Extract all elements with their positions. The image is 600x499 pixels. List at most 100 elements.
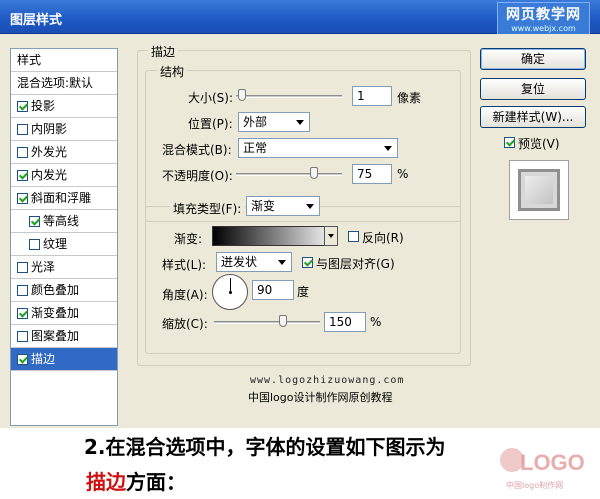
- size-slider-track[interactable]: [236, 95, 342, 98]
- sidebar-item-checkbox[interactable]: [17, 123, 28, 135]
- site-watermark: 网页教学网 www.webjx.com: [497, 2, 590, 36]
- sidebar-item-checkbox[interactable]: [17, 330, 28, 342]
- sidebar-item[interactable]: 纹理: [11, 233, 117, 256]
- sidebar-item-label: 等高线: [43, 214, 80, 228]
- sidebar-item-checkbox[interactable]: [17, 307, 28, 319]
- angle-input[interactable]: 90: [252, 280, 294, 300]
- sidebar-item[interactable]: 内阴影: [11, 118, 117, 141]
- sidebar-item-label: 图案叠加: [31, 329, 80, 343]
- reset-button[interactable]: 复位: [480, 78, 586, 100]
- sidebar-item-checkbox[interactable]: [17, 169, 28, 181]
- layer-style-dialog: 样式混合选项:默认投影内阴影外发光内发光斜面和浮雕等高线纹理光泽 颜色叠加渐变叠加…: [0, 34, 600, 428]
- size-label: 大小(S):: [188, 91, 234, 105]
- sidebar-item[interactable]: 描边: [11, 348, 117, 371]
- site-url-overlay: www.logozhizuowang.com: [250, 375, 405, 386]
- logo-watermark: LOGO 中国logo制作网: [500, 448, 585, 490]
- style-label: 样式(L):: [162, 258, 207, 272]
- blend-mode-select[interactable]: 正常: [238, 138, 398, 158]
- sidebar-item[interactable]: 投影: [11, 95, 117, 118]
- scale-input[interactable]: 150: [324, 312, 366, 332]
- sidebar-item[interactable]: 颜色叠加: [11, 279, 117, 302]
- caption-highlight: 描边: [86, 470, 126, 494]
- sidebar-item-checkbox[interactable]: [29, 238, 40, 250]
- new-style-button[interactable]: 新建样式(W)...: [480, 106, 586, 128]
- preview-label: 预览(V): [518, 137, 560, 151]
- sidebar-item-checkbox[interactable]: [17, 146, 28, 158]
- fill-type-select[interactable]: 渐变: [246, 196, 320, 216]
- watermark-site-url: www.webjx.com: [511, 24, 576, 33]
- logo-subtext: 中国logo制作网: [506, 480, 563, 490]
- sidebar-item[interactable]: 图案叠加: [11, 325, 117, 348]
- sidebar-item[interactable]: 斜面和浮雕: [11, 187, 117, 210]
- reverse-label: 反向(R): [362, 231, 404, 245]
- angle-unit: 度: [297, 285, 310, 299]
- sidebar-item-label: 纹理: [43, 237, 68, 251]
- watermark-site-name: 网页教学网: [506, 7, 581, 23]
- sidebar-item-label: 内发光: [31, 168, 68, 182]
- preview-checkbox[interactable]: [504, 137, 515, 148]
- caption-line-2-rest: 方面：: [126, 470, 186, 494]
- angle-center: [229, 291, 232, 294]
- sidebar-item-label: 描边: [31, 352, 56, 366]
- sidebar-item-label: 内阴影: [31, 122, 68, 136]
- sidebar-item[interactable]: 等高线: [11, 210, 117, 233]
- sidebar-item-checkbox[interactable]: [17, 100, 28, 112]
- chevron-down-icon: [278, 260, 286, 265]
- sidebar-item-label: 投影: [31, 99, 56, 113]
- sidebar-item-checkbox[interactable]: [29, 215, 40, 227]
- align-with-layer-checkbox[interactable]: [302, 257, 313, 268]
- sidebar-item[interactable]: 渐变叠加: [11, 302, 117, 325]
- align-with-layer-label: 与图层对齐(G): [316, 257, 395, 271]
- opacity-slider-thumb[interactable]: [309, 167, 318, 179]
- sidebar-item-checkbox[interactable]: [17, 192, 28, 204]
- position-select[interactable]: 外部: [238, 112, 310, 132]
- title-bar: 图层样式 网页教学网 www.webjx.com: [0, 0, 600, 36]
- fill-type-label: 填充类型(F):: [170, 200, 245, 217]
- style-select[interactable]: 迸发状: [216, 252, 292, 272]
- scale-slider-track[interactable]: [214, 321, 320, 324]
- preview-swatch: [518, 169, 560, 211]
- sidebar-item-checkbox[interactable]: [17, 284, 28, 296]
- blend-mode-label: 混合模式(B):: [162, 143, 232, 157]
- opacity-input[interactable]: 75: [352, 164, 392, 184]
- sidebar-item[interactable]: 外发光: [11, 141, 117, 164]
- reverse-checkbox[interactable]: [348, 231, 359, 242]
- opacity-label: 不透明度(O):: [162, 169, 233, 183]
- stroke-group-title: 描边: [148, 43, 179, 60]
- caption-line-2: 描边方面：: [86, 466, 186, 495]
- scale-label: 缩放(C):: [162, 317, 208, 331]
- angle-dial[interactable]: [212, 274, 248, 310]
- site-caption-overlay: 中国logo设计制作网原创教程: [248, 391, 393, 404]
- style-list: 样式混合选项:默认投影内阴影外发光内发光斜面和浮雕等高线纹理光泽 颜色叠加渐变叠加…: [10, 48, 118, 426]
- chevron-down-icon: [306, 204, 314, 209]
- size-input[interactable]: 1: [352, 86, 392, 106]
- scale-slider-thumb[interactable]: [278, 315, 287, 327]
- fill-type-value: 渐变: [251, 199, 276, 213]
- sidebar-item-label: 外发光: [31, 145, 68, 159]
- position-label: 位置(P):: [188, 117, 233, 131]
- size-slider-thumb[interactable]: [237, 89, 246, 101]
- sidebar-item[interactable]: 样式: [11, 49, 117, 72]
- style-value: 迸发状: [221, 255, 258, 269]
- ok-button[interactable]: 确定: [480, 48, 586, 70]
- caption-line-1: 2.在混合选项中，字体的设置如下图示为: [84, 435, 446, 459]
- gradient-picker[interactable]: [212, 226, 338, 246]
- gradient-dropdown-button[interactable]: [324, 226, 338, 246]
- tutorial-caption: 2.在混合选项中，字体的设置如下图示为 描边方面： LOGO 中国logo制作网: [0, 428, 600, 499]
- scale-unit: %: [370, 315, 382, 329]
- sidebar-item[interactable]: 光泽: [11, 256, 117, 279]
- sidebar-item-checkbox[interactable]: [17, 353, 28, 365]
- chevron-down-icon: [384, 146, 392, 151]
- position-value: 外部: [243, 115, 268, 129]
- chevron-down-icon: [296, 120, 304, 125]
- sidebar-item-label: 混合选项:默认: [17, 76, 94, 90]
- sidebar-item-checkbox[interactable]: [17, 261, 28, 273]
- style-preview-thumbnail: [509, 160, 569, 220]
- sidebar-item-label: 渐变叠加: [31, 306, 80, 320]
- sidebar-item[interactable]: 混合选项:默认: [11, 72, 117, 95]
- angle-label: 角度(A):: [162, 288, 208, 302]
- size-unit: 像素: [397, 91, 422, 105]
- sidebar-item[interactable]: 内发光: [11, 164, 117, 187]
- structure-group-title: 结构: [157, 63, 188, 80]
- opacity-slider-track[interactable]: [236, 173, 342, 176]
